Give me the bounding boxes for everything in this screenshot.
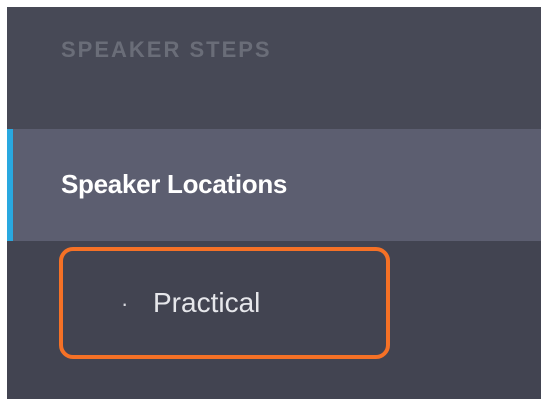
screenshot-frame: SPEAKER STEPS Speaker Locations · Practi… [0,0,541,406]
highlight-outline [59,247,390,359]
active-indicator [7,129,13,241]
section-title: SPEAKER STEPS [61,37,272,62]
sidebar-item-label: Speaker Locations [61,169,288,199]
section-header: SPEAKER STEPS [7,7,541,129]
sidebar-item-speaker-locations[interactable]: Speaker Locations [7,129,541,241]
